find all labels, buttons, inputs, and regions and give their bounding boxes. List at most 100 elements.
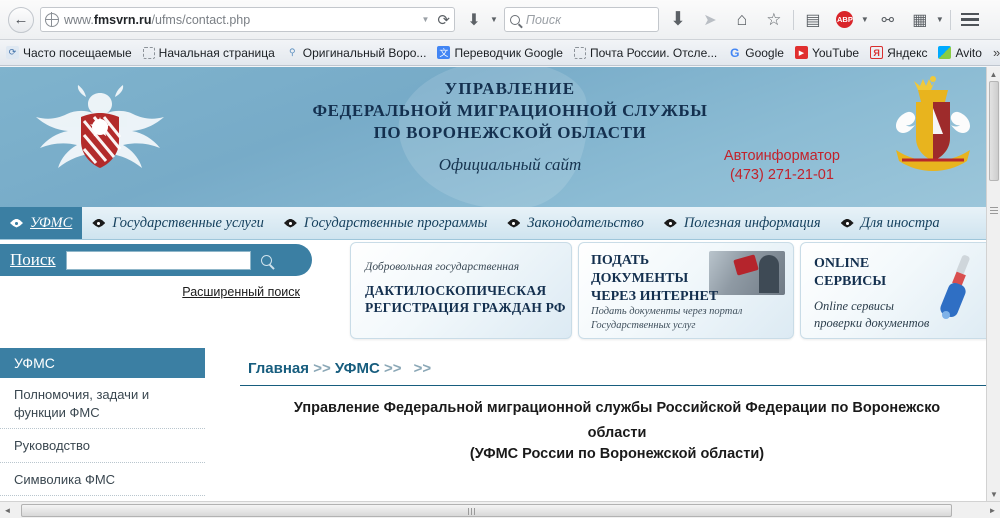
banner-submit-documents-online[interactable]: ПОДАТЬ ДОКУМЕНТЫ ЧЕРЕЗ ИНТЕРНЕТ Подать д…	[578, 242, 794, 339]
site-header: УПРАВЛЕНИЕ ФЕДЕРАЛЬНОЙ МИГРАЦИОННОЙ СЛУЖ…	[0, 67, 1000, 207]
banner-dactyloscopic-registration[interactable]: Добровольная государственная ДАКТИЛОСКОП…	[350, 242, 572, 339]
advanced-search-link[interactable]: Расширенный поиск	[0, 285, 300, 299]
horizontal-scroll-track[interactable]	[15, 503, 985, 517]
autoinformator-block: Автоинформатор (473) 271-21-01	[724, 147, 840, 185]
breadcrumb: Главная >> УФМС >> >>	[240, 348, 994, 386]
download-arrow-icon[interactable]: ⬇	[461, 7, 487, 33]
reader-icon[interactable]: ▦	[907, 7, 933, 33]
diamond-bullet-icon	[92, 218, 106, 228]
scroll-right-arrow-icon[interactable]: ►	[985, 506, 1000, 515]
nav-label: Государственные услуги	[112, 214, 264, 231]
bookmark-item[interactable]: G Google	[728, 46, 784, 60]
bookmark-label: Часто посещаемые	[23, 45, 132, 60]
bookmark-item[interactable]: Я Яндекс	[870, 46, 927, 60]
page-title-line1: Управление Федеральной миграционной служ…	[293, 400, 941, 416]
clipboard-icon[interactable]: ▤	[800, 7, 826, 33]
nav-item-gosuslugi[interactable]: Государственные услуги	[82, 207, 274, 239]
fms-eagle-emblem-icon	[36, 85, 164, 168]
downloads-icon[interactable]: ⬇	[665, 7, 691, 33]
screwdriver-icon	[940, 255, 970, 319]
lower-content-area: УФМС Полномочия, задачи и функции ФМС Ру…	[0, 348, 1000, 518]
address-bar[interactable]: www.fmsvrn.ru/ufms/contact.php ▼ ⟳	[40, 7, 455, 32]
bookmark-label: Переводчик Google	[454, 45, 563, 60]
banner-title-line1: ДАКТИЛОСКОПИЧЕСКАЯ	[365, 283, 547, 298]
download-caret-icon[interactable]: ▼	[490, 15, 498, 24]
adblock-caret-icon[interactable]: ▼	[861, 15, 869, 24]
breadcrumb-section-link[interactable]: УФМС	[335, 360, 380, 377]
reload-icon[interactable]: ⟳	[434, 11, 450, 29]
nav-label: Государственные программы	[303, 214, 488, 231]
nav-item-zakonodatelstvo[interactable]: Законодательство	[497, 207, 653, 239]
star-icon[interactable]: ☆	[761, 7, 787, 33]
reader-caret-icon[interactable]: ▼	[936, 15, 944, 24]
adblock-plus-icon[interactable]: ABP	[832, 7, 858, 33]
banner-online-services[interactable]: ONLINE СЕРВИСЫ Online сервисы проверки д…	[800, 242, 1000, 339]
google-icon: G	[730, 45, 740, 60]
bookmark-label: Google	[745, 45, 784, 60]
site-title-line1: УПРАВЛЕНИЕ	[444, 79, 576, 98]
sidebar-item-simvolika[interactable]: Символика ФМС	[0, 463, 205, 497]
nav-label: УФМС	[30, 214, 73, 231]
bookmark-item[interactable]: ▶ YouTube	[794, 46, 859, 60]
bookmark-item[interactable]: ⟳ Часто посещаемые	[6, 46, 132, 60]
vertical-scroll-grip	[990, 207, 998, 214]
nav-item-gosprogrammy[interactable]: Государственные программы	[274, 207, 497, 239]
banner-photo	[709, 251, 785, 295]
nav-item-dlya-inostrancev[interactable]: Для иностра	[831, 207, 950, 239]
horizontal-scroll-thumb[interactable]	[21, 503, 953, 517]
nav-item-poleznaya-informaciya[interactable]: Полезная информация	[654, 207, 831, 239]
bookmark-item[interactable]: Avito	[938, 46, 982, 60]
bookmark-item[interactable]: Почта России. Отсле...	[573, 46, 717, 60]
sidebar-item-rukovodstvo[interactable]: Руководство	[0, 429, 205, 463]
main-content: Главная >> УФМС >> >> Управление Федерал…	[240, 348, 994, 462]
chevron-down-icon[interactable]: ▼	[422, 15, 430, 24]
search-and-banners-row: Поиск Расширенный поиск Добровольная гос…	[0, 240, 1000, 348]
globe-icon	[44, 12, 59, 27]
scroll-up-arrow-icon[interactable]: ▲	[987, 67, 1000, 81]
menu-hamburger-icon[interactable]	[957, 7, 983, 33]
bookmarks-overflow-button[interactable]: »	[993, 45, 1000, 60]
nav-label: Законодательство	[527, 214, 644, 231]
banner-title-line2: РЕГИСТРАЦИЯ ГРАЖДАН РФ	[365, 300, 566, 315]
diamond-bullet-icon	[663, 218, 677, 228]
breadcrumb-home-link[interactable]: Главная	[248, 360, 309, 377]
page-title-line2: области	[587, 424, 647, 441]
main-navigation: УФМС Государственные услуги Государствен…	[0, 207, 1000, 240]
sidebar-item-polnomochiya[interactable]: Полномочия, задачи и функции ФМС	[0, 378, 205, 430]
back-button[interactable]: ←	[8, 6, 34, 33]
sidebar: УФМС Полномочия, задачи и функции ФМС Ру…	[0, 348, 205, 510]
dashed-page-icon	[142, 46, 155, 59]
site-search-box[interactable]: Поиск	[0, 244, 312, 276]
send-icon[interactable]: ➤	[697, 7, 723, 33]
site-title-line3: ПО ВОРОНЕЖСКОЙ ОБЛАСТИ	[373, 123, 647, 142]
site-search-input[interactable]	[65, 250, 251, 270]
bookmark-item[interactable]: 文 Переводчик Google	[437, 46, 563, 60]
breadcrumb-separator: >>	[413, 360, 432, 377]
banner-subtitle: Добровольная государственная	[365, 261, 520, 273]
site-search-label: Поиск	[10, 250, 56, 269]
nav-item-ufms[interactable]: УФМС	[0, 207, 83, 239]
diamond-bullet-icon	[840, 218, 854, 228]
breadcrumb-separator: >>	[313, 360, 331, 377]
bookmark-item[interactable]: ⚲ Оригинальный Воро...	[286, 46, 426, 60]
toolbar-divider	[792, 9, 794, 30]
vertical-scroll-thumb[interactable]	[989, 81, 999, 181]
search-icon[interactable]	[260, 254, 272, 266]
dashed-page-icon	[573, 46, 586, 59]
back-arrow-icon: ←	[13, 11, 29, 28]
autoinformator-phone: (473) 271-21-01	[729, 166, 834, 183]
bookmark-item[interactable]: Начальная страница	[142, 46, 275, 60]
crown	[914, 76, 948, 102]
vertical-scrollbar[interactable]: ▲ ▼	[986, 67, 1000, 501]
site-official-subtitle: Официальный сайт	[438, 155, 582, 174]
site-search-panel: Поиск Расширенный поиск	[0, 244, 318, 299]
search-placeholder: Поиск	[525, 12, 562, 27]
bookmarks-bar: ⟳ Часто посещаемые Начальная страница ⚲ …	[0, 40, 1000, 66]
scroll-left-arrow-icon[interactable]: ◄	[0, 506, 15, 515]
horizontal-scrollbar[interactable]: ◄ ►	[0, 501, 1000, 518]
scroll-down-arrow-icon[interactable]: ▼	[987, 487, 1000, 501]
toolbar-search-input[interactable]: Поиск	[503, 7, 659, 32]
pocket-icon[interactable]: ⚯	[875, 7, 901, 33]
voronezh-coat-of-arms-icon	[896, 76, 970, 171]
home-icon[interactable]: ⌂	[729, 7, 755, 33]
